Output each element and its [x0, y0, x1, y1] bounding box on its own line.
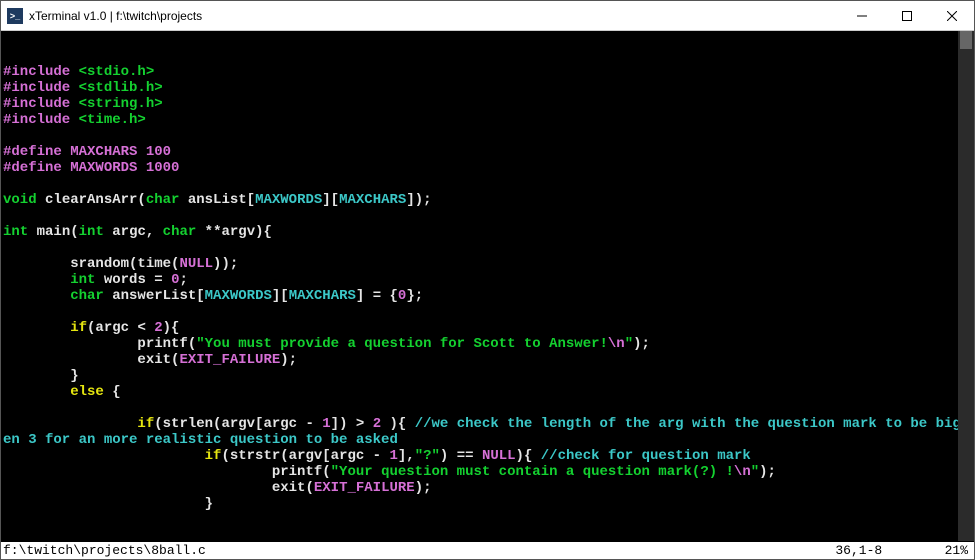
code-line: srandom(time(NULL)); [3, 256, 974, 272]
code-line: #define MAXWORDS 1000 [3, 160, 974, 176]
scrollbar-thumb[interactable] [960, 31, 972, 49]
code-line: if(strstr(argv[argc - 1],"?") == NULL){ … [3, 448, 974, 464]
window-controls [839, 1, 974, 30]
code-line: printf("You must provide a question for … [3, 336, 974, 352]
code-line: #include <time.h> [3, 112, 974, 128]
code-line: else { [3, 384, 974, 400]
close-button[interactable] [929, 1, 974, 30]
code-line: en 3 for an more realistic question to b… [3, 432, 974, 448]
code-line [3, 176, 974, 192]
status-gap [882, 543, 944, 559]
status-bar: f:\twitch\projects\8ball.c 36,1-8 21% [1, 542, 974, 559]
title-bar[interactable]: >_ xTerminal v1.0 | f:\twitch\projects [1, 1, 974, 31]
code-line [3, 240, 974, 256]
code-line: exit(EXIT_FAILURE); [3, 480, 974, 496]
code-line: } [3, 496, 974, 512]
code-line: exit(EXIT_FAILURE); [3, 352, 974, 368]
app-icon: >_ [7, 8, 23, 24]
window-title: xTerminal v1.0 | f:\twitch\projects [29, 9, 202, 23]
code-line: } [3, 368, 974, 384]
status-file-path: f:\twitch\projects\8ball.c [3, 543, 206, 559]
code-line: if(strlen(argv[argc - 1]) > 2 ){ //we ch… [3, 416, 974, 432]
code-line [3, 400, 974, 416]
status-percent: 21% [945, 543, 968, 559]
code-line: #include <string.h> [3, 96, 974, 112]
code-line: void clearAnsArr(char ansList[MAXWORDS][… [3, 192, 974, 208]
status-cursor-pos: 36,1-8 [835, 543, 882, 559]
code-line: int main(int argc, char **argv){ [3, 224, 974, 240]
code-line: int words = 0; [3, 272, 974, 288]
minimize-button[interactable] [839, 1, 884, 30]
code-line [3, 128, 974, 144]
code-line [3, 208, 974, 224]
scrollbar-vertical[interactable] [958, 31, 974, 541]
code-line: char answerList[MAXWORDS][MAXCHARS] = {0… [3, 288, 974, 304]
code-line: #include <stdlib.h> [3, 80, 974, 96]
code-line: #define MAXCHARS 100 [3, 144, 974, 160]
terminal-area[interactable]: #include <stdio.h>#include <stdlib.h>#in… [1, 31, 974, 559]
code-line: if(argc < 2){ [3, 320, 974, 336]
maximize-button[interactable] [884, 1, 929, 30]
app-window: >_ xTerminal v1.0 | f:\twitch\projects #… [0, 0, 975, 560]
code-line [3, 304, 974, 320]
code-line: printf("Your question must contain a que… [3, 464, 974, 480]
code-line: #include <stdio.h> [3, 64, 974, 80]
code-area[interactable]: #include <stdio.h>#include <stdlib.h>#in… [3, 63, 974, 512]
